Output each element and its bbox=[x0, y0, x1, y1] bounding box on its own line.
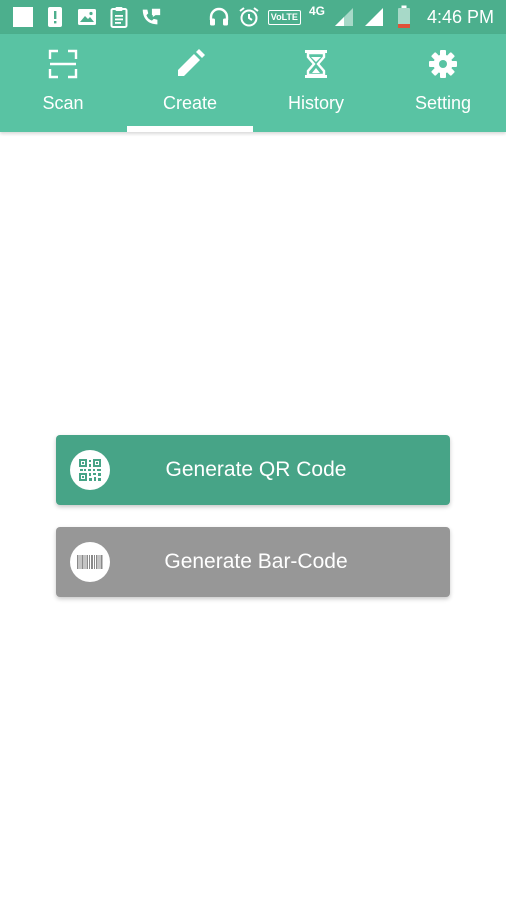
image-icon bbox=[76, 6, 98, 28]
scan-frame-icon bbox=[48, 48, 78, 80]
tab-bar: Scan Create History Setting bbox=[0, 34, 506, 132]
status-clock: 4:46 PM bbox=[426, 6, 494, 27]
tab-label: Create bbox=[162, 93, 218, 113]
battery-icon bbox=[393, 5, 415, 28]
status-bar-system: VoLTE 4G 4:46 PM bbox=[208, 4, 494, 29]
hourglass-icon bbox=[304, 48, 328, 80]
qr-icon-circle bbox=[70, 450, 110, 490]
volte-badge: VoLTE bbox=[267, 9, 301, 25]
tab-create[interactable]: Create bbox=[127, 34, 253, 132]
blank-app-icon bbox=[12, 6, 34, 28]
clipboard-icon bbox=[108, 6, 130, 28]
barcode-icon bbox=[77, 555, 103, 569]
tab-history[interactable]: History bbox=[253, 34, 379, 132]
status-bar: VoLTE 4G 4:46 PM bbox=[0, 0, 506, 34]
tab-label: Setting bbox=[414, 93, 472, 113]
status-bar-notifications bbox=[12, 5, 162, 29]
generate-qr-code-button[interactable]: Generate QR Code bbox=[56, 435, 450, 505]
headphones-icon bbox=[208, 6, 230, 28]
generate-barcode-button[interactable]: Generate Bar-Code bbox=[56, 527, 450, 597]
selected-tab-indicator bbox=[127, 126, 253, 132]
tab-label: Scan bbox=[42, 93, 84, 113]
alert-icon bbox=[44, 6, 66, 28]
alarm-icon bbox=[238, 6, 260, 28]
signal-icon bbox=[333, 6, 355, 28]
gear-icon bbox=[428, 48, 458, 80]
network-type-label: 4G bbox=[308, 4, 325, 18]
tab-setting[interactable]: Setting bbox=[380, 34, 506, 132]
tab-label: History bbox=[287, 93, 344, 113]
generate-barcode-label: Generate Bar-Code bbox=[164, 550, 348, 573]
tab-scan[interactable]: Scan bbox=[0, 34, 126, 132]
pencil-icon bbox=[175, 48, 205, 80]
generate-qr-code-label: Generate QR Code bbox=[165, 458, 347, 481]
qr-code-icon bbox=[79, 459, 101, 481]
barcode-icon-circle bbox=[70, 542, 110, 582]
call-message-icon bbox=[140, 6, 162, 28]
signal-icon-2 bbox=[363, 6, 385, 28]
